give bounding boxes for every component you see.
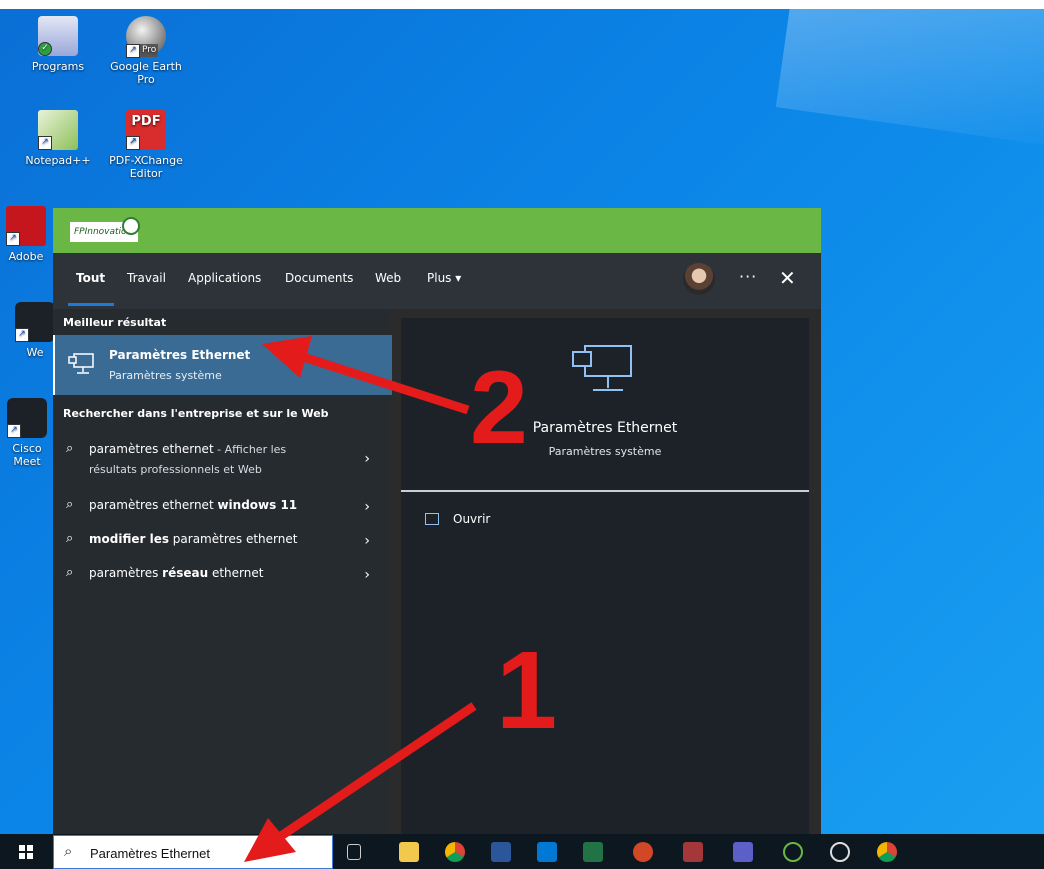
logo-swirl-icon bbox=[122, 217, 140, 235]
tab-applications[interactable]: Applications bbox=[188, 271, 261, 285]
chrome-alt-icon[interactable] bbox=[877, 842, 897, 862]
search-icon: ⌕ bbox=[66, 531, 74, 546]
preview-divider bbox=[401, 490, 809, 492]
desktop-icon-label: Notepad++ bbox=[25, 154, 91, 167]
suggestion-bold: modifier les bbox=[89, 532, 169, 546]
suggestion-plain: paramètres ethernet bbox=[89, 498, 218, 512]
best-match-item[interactable]: Paramètres Ethernet Paramètres système bbox=[53, 335, 392, 395]
search-icon: ⌕ bbox=[66, 565, 74, 580]
open-action[interactable]: Ouvrir bbox=[453, 512, 490, 526]
tab-tout[interactable]: Tout bbox=[76, 271, 105, 285]
ethernet-icon bbox=[68, 353, 94, 374]
suggestion-after: paramètres ethernet bbox=[168, 532, 298, 546]
chevron-right-icon: › bbox=[364, 499, 370, 515]
fpinnovations-logo: FPInnovations bbox=[70, 217, 140, 242]
desktop-icon-notepadpp[interactable]: ↗ Notepad++ bbox=[18, 110, 98, 167]
preview-pane: Paramètres Ethernet Paramètres système O… bbox=[401, 318, 809, 846]
search-icon: ⌕ bbox=[64, 842, 73, 860]
powerpoint-icon[interactable] bbox=[633, 842, 653, 862]
suggestion-plain: paramètres bbox=[89, 566, 163, 580]
access-icon[interactable] bbox=[683, 842, 703, 862]
more-options-icon[interactable]: ··· bbox=[739, 267, 757, 286]
suggestion-line2: résultats professionnels et Web bbox=[89, 463, 262, 476]
suggestion-bold: réseau bbox=[162, 566, 209, 580]
pro-badge: Pro bbox=[140, 44, 159, 57]
results-list: Meilleur résultat Paramètres Ethernet Pa… bbox=[53, 309, 392, 846]
file-explorer-icon[interactable] bbox=[399, 842, 419, 862]
search-icon: ⌕ bbox=[66, 441, 74, 456]
user-avatar[interactable] bbox=[683, 263, 715, 295]
desktop-icon-google-earth[interactable]: Pro ↗ Google Earth Pro bbox=[106, 16, 186, 86]
desktop-icon-label: PDF-XChange Editor bbox=[109, 154, 183, 180]
open-icon bbox=[425, 513, 439, 525]
annotation-step-2: 2 bbox=[470, 350, 528, 466]
tab-documents[interactable]: Documents bbox=[285, 271, 353, 285]
best-match-subtitle: Paramètres système bbox=[109, 369, 222, 382]
task-view-icon[interactable] bbox=[347, 844, 361, 860]
suggestion-bold: windows 11 bbox=[217, 498, 298, 512]
suggestion-plain: paramètres ethernet bbox=[89, 442, 214, 456]
notepadpp-icon: ↗ bbox=[38, 110, 78, 150]
teams-icon[interactable] bbox=[733, 842, 753, 862]
word-icon[interactable] bbox=[491, 842, 511, 862]
taskbar: ⌕ bbox=[0, 834, 1044, 869]
app-leaf-icon[interactable] bbox=[783, 842, 803, 862]
desktop-icon-label: Programs bbox=[31, 60, 85, 73]
chevron-right-icon: › bbox=[364, 533, 370, 549]
chrome-icon[interactable] bbox=[445, 842, 465, 862]
desktop-icon-programs[interactable]: ✓ Programs bbox=[18, 16, 98, 73]
programs-icon: ✓ bbox=[38, 16, 78, 56]
suggestion-text: paramètres ethernet - Afficher les bbox=[89, 442, 286, 456]
search-icon: ⌕ bbox=[66, 497, 74, 512]
suggestion-text: modifier les paramètres ethernet bbox=[89, 532, 297, 546]
suggestion-extra: - Afficher les bbox=[213, 443, 287, 456]
taskbar-search-box[interactable]: ⌕ bbox=[53, 835, 333, 869]
annotation-step-1: 1 bbox=[496, 629, 558, 752]
active-tab-indicator bbox=[68, 303, 114, 306]
best-match-title: Paramètres Ethernet bbox=[109, 348, 251, 362]
excel-icon[interactable] bbox=[583, 842, 603, 862]
desktop-icon-label: Adobe bbox=[8, 250, 44, 263]
best-match-heading: Meilleur résultat bbox=[63, 316, 167, 329]
suggestion-item-4[interactable]: ⌕ paramètres réseau ethernet › bbox=[53, 559, 390, 593]
preview-title: Paramètres Ethernet bbox=[532, 420, 678, 436]
search-tabs: Tout Travail Applications Documents Web … bbox=[53, 253, 821, 309]
suggestion-text: paramètres réseau ethernet bbox=[89, 566, 263, 580]
tab-web[interactable]: Web bbox=[375, 271, 401, 285]
desktop-icon-pdf-xchange[interactable]: PDF ↗ PDF-XChange Editor bbox=[106, 110, 186, 180]
chevron-right-icon: › bbox=[364, 567, 370, 583]
windows-start-icon[interactable] bbox=[19, 845, 33, 859]
suggestion-item-3[interactable]: ⌕ modifier les paramètres ethernet › bbox=[53, 525, 390, 559]
desktop-icon-label: Google Earth Pro bbox=[110, 60, 182, 86]
tab-plus[interactable]: Plus ▾ bbox=[427, 271, 461, 285]
wallpaper-light-beam bbox=[775, 0, 1044, 152]
google-earth-icon: Pro ↗ bbox=[126, 16, 166, 58]
webex-icon: ↗ bbox=[15, 302, 55, 342]
desktop-icon-adobe[interactable]: ↗ Adobe bbox=[0, 206, 56, 263]
adobe-icon: ↗ bbox=[6, 206, 46, 246]
brand-bar: FPInnovations bbox=[53, 208, 821, 253]
preview-subtitle: Paramètres système bbox=[548, 445, 662, 458]
suggestion-item-2[interactable]: ⌕ paramètres ethernet windows 11 › bbox=[53, 491, 390, 525]
suggestion-after: ethernet bbox=[208, 566, 264, 580]
taskbar-search-input[interactable] bbox=[88, 842, 322, 864]
pdf-badge: PDF bbox=[131, 114, 161, 129]
cisco-webex-icon: ↗ bbox=[7, 398, 47, 438]
media-player-icon[interactable] bbox=[830, 842, 850, 862]
tab-travail[interactable]: Travail bbox=[127, 271, 166, 285]
suggestion-text: paramètres ethernet windows 11 bbox=[89, 498, 297, 512]
web-section-heading: Rechercher dans l'entreprise et sur le W… bbox=[63, 407, 329, 420]
close-icon[interactable]: ✕ bbox=[779, 266, 796, 290]
desktop-icon-label: We bbox=[26, 346, 44, 359]
chevron-right-icon: › bbox=[364, 451, 370, 467]
suggestion-item-1[interactable]: ⌕ paramètres ethernet - Afficher les rés… bbox=[53, 435, 390, 487]
pdf-xchange-icon: PDF ↗ bbox=[126, 110, 166, 150]
ethernet-large-icon bbox=[572, 345, 632, 391]
desktop-icon-cisco-webex[interactable]: ↗ Cisco Meet bbox=[2, 398, 52, 468]
outlook-icon[interactable] bbox=[537, 842, 557, 862]
desktop-icon-label: Cisco Meet bbox=[12, 442, 42, 468]
search-panel: FPInnovations Tout Travail Applications … bbox=[53, 208, 821, 846]
